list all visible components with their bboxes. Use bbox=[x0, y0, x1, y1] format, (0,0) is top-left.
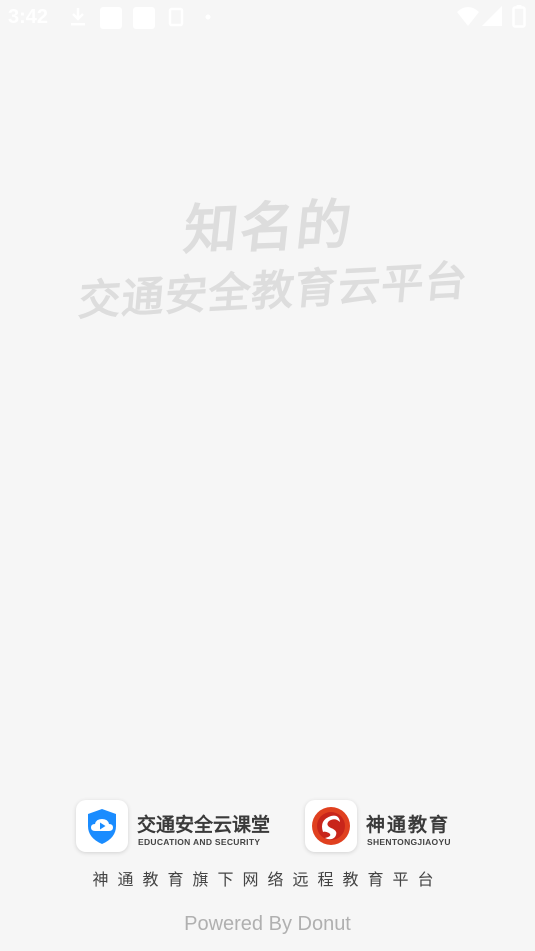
shield-cloud-play-icon bbox=[88, 809, 116, 844]
status-bar: 3:42 bbox=[0, 0, 535, 36]
sim-icon bbox=[168, 7, 184, 27]
brand-subtitle-shentong: SHENTONGJIAOYU bbox=[367, 837, 451, 847]
wifi-icon bbox=[457, 7, 479, 26]
download-icon bbox=[71, 8, 85, 26]
brand-name-shentong: 神通教育 bbox=[366, 814, 451, 836]
slogan-line1: 知名的 bbox=[180, 193, 357, 262]
signal-icon bbox=[482, 6, 502, 26]
brand-name-traffic-safety: 交通安全云课堂 bbox=[137, 814, 271, 836]
brand-subtitle-traffic-safety: EDUCATION AND SECURITY bbox=[138, 837, 261, 847]
powered-by: Powered By Donut bbox=[184, 913, 351, 935]
traffic-safety-logo bbox=[76, 800, 128, 852]
dot-icon bbox=[205, 14, 211, 20]
shentong-logo bbox=[305, 800, 357, 852]
status-time: 3:42 bbox=[8, 6, 49, 28]
notification-square-icon bbox=[133, 7, 155, 29]
shentong-swirl-logo bbox=[312, 807, 350, 845]
partner-logos: 交通安全云课堂 EDUCATION AND SECURITY 神通教育 SHEN… bbox=[0, 798, 535, 858]
slogan: 知名的 交通安全教育云平台 bbox=[0, 175, 535, 325]
notification-square-icon bbox=[100, 7, 122, 29]
tagline: 神通教育旗下网络远程教育平台 bbox=[92, 870, 443, 889]
slogan-line2: 交通安全教育云平台 bbox=[76, 255, 471, 326]
battery-icon bbox=[512, 5, 526, 28]
